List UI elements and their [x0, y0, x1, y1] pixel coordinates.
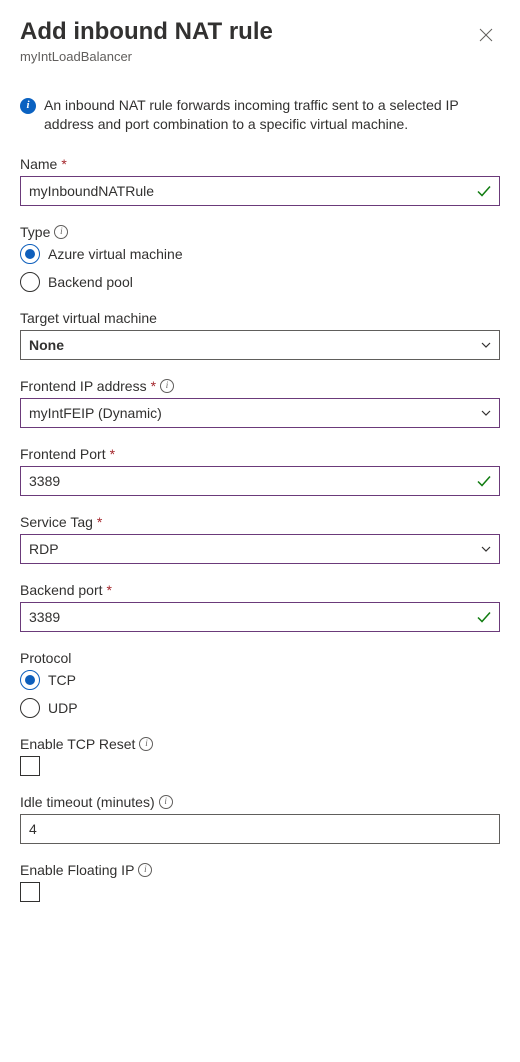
frontend-ip-value: myIntFEIP (Dynamic) [29, 405, 162, 421]
radio-icon [20, 698, 40, 718]
protocol-radio-tcp[interactable]: TCP [20, 670, 500, 690]
radio-label: UDP [48, 700, 78, 716]
resource-subtitle: myIntLoadBalancer [20, 49, 472, 64]
target-vm-label: Target virtual machine [20, 310, 157, 326]
required-mark: * [151, 378, 156, 394]
info-icon[interactable]: i [159, 795, 173, 809]
radio-icon [20, 272, 40, 292]
frontend-port-label: Frontend Port [20, 446, 106, 462]
radio-icon [20, 244, 40, 264]
type-radio-backend-pool[interactable]: Backend pool [20, 272, 500, 292]
info-banner: i An inbound NAT rule forwards incoming … [20, 96, 500, 134]
service-tag-value: RDP [29, 541, 59, 557]
info-icon[interactable]: i [139, 737, 153, 751]
frontend-port-input[interactable] [20, 466, 500, 496]
required-mark: * [61, 156, 66, 172]
close-button[interactable] [472, 22, 500, 50]
radio-label: Azure virtual machine [48, 246, 183, 262]
tcp-reset-checkbox[interactable] [20, 756, 40, 776]
name-input[interactable] [20, 176, 500, 206]
name-label: Name [20, 156, 57, 172]
required-mark: * [107, 582, 112, 598]
idle-timeout-label: Idle timeout (minutes) [20, 794, 155, 810]
info-icon[interactable]: i [160, 379, 174, 393]
radio-icon [20, 670, 40, 690]
floating-ip-checkbox[interactable] [20, 882, 40, 902]
radio-label: TCP [48, 672, 76, 688]
tcp-reset-label: Enable TCP Reset [20, 736, 135, 752]
backend-port-label: Backend port [20, 582, 103, 598]
frontend-ip-select[interactable]: myIntFEIP (Dynamic) [20, 398, 500, 428]
type-radio-avm[interactable]: Azure virtual machine [20, 244, 500, 264]
protocol-radio-udp[interactable]: UDP [20, 698, 500, 718]
target-vm-select[interactable]: None [20, 330, 500, 360]
info-icon: i [20, 98, 36, 114]
required-mark: * [110, 446, 115, 462]
service-tag-label: Service Tag [20, 514, 93, 530]
type-label: Type [20, 224, 50, 240]
idle-timeout-input[interactable] [20, 814, 500, 844]
floating-ip-label: Enable Floating IP [20, 862, 134, 878]
info-icon[interactable]: i [54, 225, 68, 239]
close-icon [479, 28, 493, 45]
info-icon[interactable]: i [138, 863, 152, 877]
backend-port-input[interactable] [20, 602, 500, 632]
required-mark: * [97, 514, 102, 530]
info-text: An inbound NAT rule forwards incoming tr… [44, 96, 500, 134]
protocol-label: Protocol [20, 650, 71, 666]
radio-label: Backend pool [48, 274, 133, 290]
target-vm-value: None [29, 337, 64, 353]
service-tag-select[interactable]: RDP [20, 534, 500, 564]
frontend-ip-label: Frontend IP address [20, 378, 147, 394]
page-title: Add inbound NAT rule [20, 18, 472, 47]
